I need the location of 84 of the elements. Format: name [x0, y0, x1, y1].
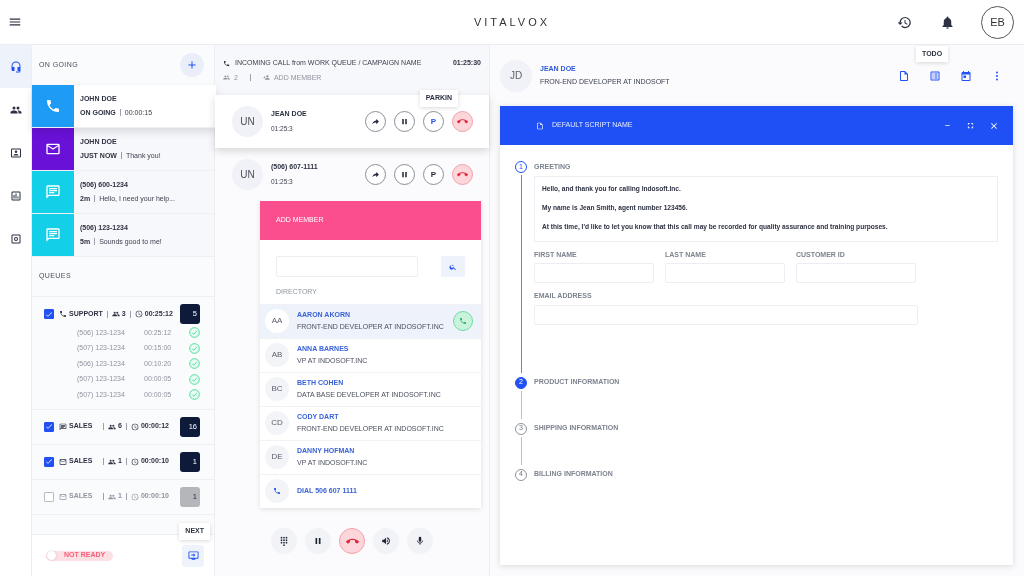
maximize-icon — [966, 121, 975, 130]
todo-button[interactable] — [929, 69, 941, 82]
bell-icon — [940, 14, 955, 30]
agents-icon — [108, 457, 116, 466]
park-button[interactable]: P — [423, 111, 444, 132]
agents-icon — [108, 492, 116, 501]
calendar-button[interactable] — [960, 69, 972, 82]
clock-icon — [130, 422, 139, 431]
clock-icon — [134, 310, 143, 318]
check-circle-icon — [189, 327, 200, 339]
maximize-button[interactable] — [966, 120, 975, 131]
plus-icon — [186, 59, 198, 71]
contact-avatar: JD — [500, 59, 532, 92]
caller-avatar: UN — [232, 106, 263, 137]
transfer-button[interactable] — [365, 111, 386, 132]
chat-bubble-icon — [45, 184, 61, 200]
settings-icon — [9, 232, 22, 245]
add-button[interactable] — [180, 53, 204, 77]
hold-button[interactable] — [394, 111, 415, 132]
close-button[interactable] — [989, 120, 999, 131]
envelope-icon — [45, 141, 61, 157]
hold-button[interactable] — [394, 164, 415, 185]
envelope-icon — [59, 457, 67, 466]
hold-button[interactable] — [305, 528, 331, 554]
history-icon — [897, 14, 912, 30]
phone-icon — [459, 317, 467, 325]
envelope-icon — [59, 492, 67, 501]
sidebar-tab[interactable] — [0, 45, 31, 88]
list-icon — [929, 69, 941, 82]
phone-icon — [59, 310, 67, 318]
clock-icon — [130, 457, 139, 466]
forward-arrow-icon — [371, 170, 380, 179]
speaker-button[interactable] — [373, 528, 399, 554]
caller-avatar: UN — [232, 159, 263, 190]
contact-avatar: DE — [265, 445, 289, 469]
headset-icon — [9, 60, 22, 73]
document-icon — [898, 69, 910, 82]
agents-icon — [111, 310, 120, 318]
chat-bubble-icon — [45, 227, 61, 243]
phone-icon — [223, 59, 230, 67]
speaker-icon — [381, 536, 391, 546]
contact-avatar: BC — [265, 377, 289, 401]
search-button[interactable] — [441, 256, 465, 277]
monitor-icon — [187, 550, 199, 561]
microphone-icon — [415, 536, 425, 546]
dialpad-icon — [279, 536, 289, 546]
app-title: VITALVOX — [473, 15, 551, 28]
check-circle-icon — [189, 373, 200, 385]
agents-icon — [108, 422, 116, 431]
mute-button[interactable] — [407, 528, 433, 554]
bar-chart-icon — [9, 189, 22, 202]
pause-icon — [400, 170, 409, 179]
clock-icon — [130, 492, 139, 501]
forward-arrow-icon — [371, 117, 380, 126]
contact-avatar: AB — [265, 343, 289, 367]
add-person-icon — [262, 74, 270, 82]
participants-icon — [223, 74, 230, 82]
contact-avatar: CD — [265, 411, 289, 435]
contact-avatar: AA — [265, 309, 289, 333]
check-circle-icon — [189, 389, 200, 401]
transfer-button[interactable] — [365, 164, 386, 185]
park-button[interactable]: P — [423, 164, 444, 185]
document-icon — [536, 121, 544, 130]
chat-bubble-icon — [59, 422, 67, 431]
check-circle-icon — [189, 342, 200, 354]
hang-up-button[interactable] — [452, 111, 473, 132]
hang-up-button[interactable] — [339, 528, 365, 554]
pause-icon — [313, 536, 323, 546]
queue-checkbox[interactable] — [44, 421, 54, 432]
queue-checkbox[interactable] — [44, 491, 54, 502]
dialpad-button[interactable] — [271, 528, 297, 554]
hang-up-button[interactable] — [452, 164, 473, 185]
check-circle-icon — [189, 358, 200, 370]
document-button[interactable] — [898, 69, 910, 82]
user-avatar[interactable]: EB — [981, 5, 1014, 39]
contact-card-icon — [9, 146, 22, 159]
next-button[interactable] — [182, 544, 204, 567]
queue-checkbox[interactable] — [44, 456, 54, 467]
queue-checkbox[interactable] — [44, 309, 54, 319]
phone-icon — [273, 487, 281, 495]
pause-icon — [400, 117, 409, 126]
close-icon — [989, 120, 999, 131]
calendar-icon — [960, 69, 972, 82]
phone-icon — [45, 98, 61, 114]
